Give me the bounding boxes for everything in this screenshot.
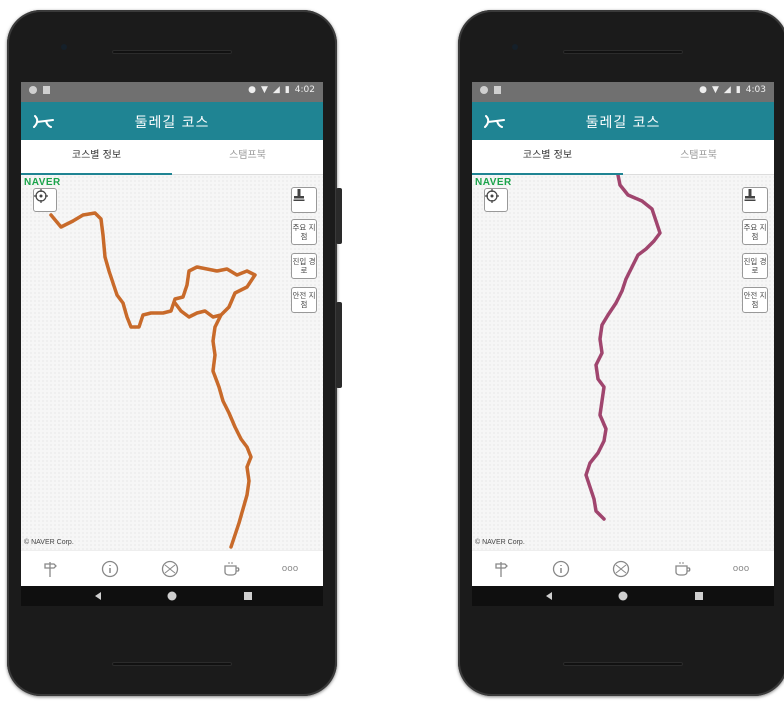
cafe-icon[interactable] xyxy=(672,559,694,579)
notification-icon xyxy=(480,86,488,94)
phone-left: ● ▼ ◢ ▮ 4:02 둘레길 코스 코스별 정보 스탬프북 NAVER 주요… xyxy=(7,10,342,696)
signal-icon: ◢ xyxy=(723,85,731,95)
locate-icon xyxy=(34,189,48,203)
signpost-icon[interactable] xyxy=(39,559,61,579)
current-location-button[interactable] xyxy=(484,188,508,212)
system-nav-bar xyxy=(21,586,323,606)
naver-logo: NAVER xyxy=(24,177,61,188)
back-icon[interactable] xyxy=(93,591,103,601)
volume-button xyxy=(336,302,342,388)
safety-point-button[interactable]: 안전 지점 xyxy=(742,287,768,313)
map-copyright: © NAVER Corp. xyxy=(475,539,525,546)
ball-icon[interactable] xyxy=(610,559,632,579)
stamp-button[interactable] xyxy=(742,187,768,213)
ball-icon[interactable] xyxy=(159,559,181,579)
system-nav-bar xyxy=(472,586,774,606)
map-copyright: © NAVER Corp. xyxy=(24,539,74,546)
tab-stamp-book[interactable]: 스탬프북 xyxy=(172,140,323,174)
entry-route-button[interactable]: 진입 경로 xyxy=(742,253,768,279)
recents-icon[interactable] xyxy=(243,591,253,601)
stamp-button[interactable] xyxy=(291,187,317,213)
bottom-speaker xyxy=(563,662,683,666)
naver-logo: NAVER xyxy=(475,177,512,188)
location-icon: ● xyxy=(699,85,707,95)
notification-icon xyxy=(43,86,50,94)
home-icon[interactable] xyxy=(618,591,628,601)
earpiece-speaker xyxy=(112,50,232,54)
locate-icon xyxy=(485,189,499,203)
status-bar: ● ▼ ◢ ▮ 4:03 xyxy=(472,82,774,102)
tab-bar: 코스별 정보 스탬프북 xyxy=(472,140,774,175)
tab-stamp-book[interactable]: 스탬프북 xyxy=(623,140,774,174)
home-icon[interactable] xyxy=(167,591,177,601)
wifi-icon: ▼ xyxy=(711,85,719,95)
key-points-button[interactable]: 주요 지점 xyxy=(742,219,768,245)
battery-icon: ▮ xyxy=(735,85,741,95)
signpost-icon[interactable] xyxy=(490,559,512,579)
tab-course-info[interactable]: 코스별 정보 xyxy=(472,140,623,174)
battery-icon: ▮ xyxy=(284,85,290,95)
power-button xyxy=(336,188,342,244)
stamp-icon xyxy=(744,189,756,201)
more-icon[interactable]: ooo xyxy=(279,559,301,579)
bottom-speaker xyxy=(112,662,232,666)
recents-icon[interactable] xyxy=(694,591,704,601)
front-camera xyxy=(61,44,67,50)
tab-bar: 코스별 정보 스탬프북 xyxy=(21,140,323,175)
app-screen: ● ▼ ◢ ▮ 4:02 둘레길 코스 코스별 정보 스탬프북 NAVER 주요… xyxy=(21,82,323,606)
bottom-nav: ooo xyxy=(21,550,323,587)
info-icon[interactable] xyxy=(550,559,572,579)
app-bar: 둘레길 코스 xyxy=(472,102,774,140)
app-bar: 둘레길 코스 xyxy=(21,102,323,140)
map-view[interactable]: NAVER 주요 지점 진입 경로 안전 지점 © NAVER Corp. xyxy=(472,175,774,550)
app-screen: ● ▼ ◢ ▮ 4:03 둘레길 코스 코스별 정보 스탬프북 NAVER 주요… xyxy=(472,82,774,606)
app-title: 둘레길 코스 xyxy=(134,115,210,131)
stamp-icon xyxy=(293,189,305,201)
more-icon[interactable]: ooo xyxy=(730,559,752,579)
back-icon[interactable] xyxy=(544,591,554,601)
notification-icon xyxy=(494,86,501,94)
front-camera xyxy=(512,44,518,50)
status-time: 4:02 xyxy=(294,85,315,95)
info-icon[interactable] xyxy=(99,559,121,579)
tab-course-info[interactable]: 코스별 정보 xyxy=(21,140,172,174)
current-location-button[interactable] xyxy=(33,188,57,212)
cafe-icon[interactable] xyxy=(221,559,243,579)
notification-icon xyxy=(29,86,37,94)
signal-icon: ◢ xyxy=(272,85,280,95)
app-title: 둘레길 코스 xyxy=(585,115,661,131)
wifi-icon: ▼ xyxy=(260,85,268,95)
status-time: 4:03 xyxy=(745,85,766,95)
earpiece-speaker xyxy=(563,50,683,54)
phone-right: ● ▼ ◢ ▮ 4:03 둘레길 코스 코스별 정보 스탬프북 NAVER 주요… xyxy=(458,10,784,696)
location-icon: ● xyxy=(248,85,256,95)
route-line xyxy=(584,175,662,521)
map-view[interactable]: NAVER 주요 지점 진입 경로 안전 지점 © NAVER Corp. xyxy=(21,175,323,550)
key-points-button[interactable]: 주요 지점 xyxy=(291,219,317,245)
bottom-nav: ooo xyxy=(472,550,774,587)
route-line xyxy=(49,211,257,549)
safety-point-button[interactable]: 안전 지점 xyxy=(291,287,317,313)
entry-route-button[interactable]: 진입 경로 xyxy=(291,253,317,279)
status-bar: ● ▼ ◢ ▮ 4:02 xyxy=(21,82,323,102)
